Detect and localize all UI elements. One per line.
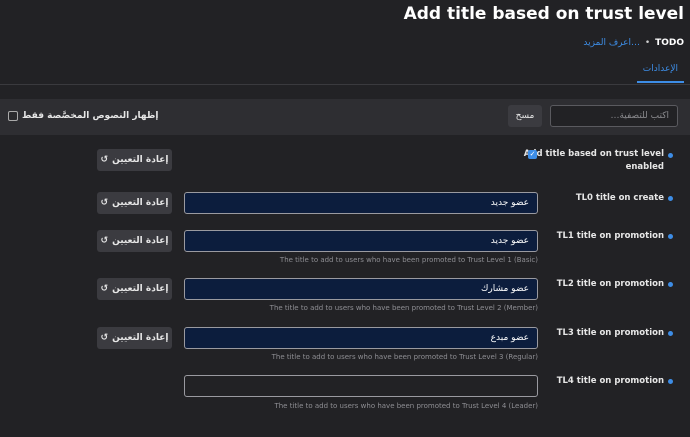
reset-label: إعادة التعيين [112,155,169,165]
custom-only-label: إظهار النصوص المخصَّصة فقط [22,111,159,121]
check-icon: ✓ [529,150,536,158]
reset-button[interactable]: ↺ إعادة التعيين [97,230,172,252]
page-title: Add title based on trust level [403,4,684,24]
reset-button[interactable]: ↺ إعادة التعيين [97,149,172,171]
setting-description: The title to add to users who have been … [274,402,538,410]
undo-icon: ↺ [100,333,109,343]
tl0-title-input[interactable]: عضو جديد [184,192,538,214]
separator-dot: • [644,38,651,48]
undo-icon: ↺ [100,236,109,246]
clear-filter-button[interactable]: مسح [508,105,542,127]
reset-button[interactable]: ↺ إعادة التعيين [97,327,172,349]
setting-description: The title to add to users who have been … [269,304,538,312]
setting-bullet [668,234,673,239]
setting-bullet [668,379,673,384]
setting-bullet [668,282,673,287]
setting-bullet [668,196,673,201]
tl2-title-input[interactable]: عضو مشارك [184,278,538,300]
undo-icon: ↺ [100,155,109,165]
tl4-title-input[interactable] [184,375,538,397]
setting-description: The title to add to users who have been … [271,353,538,361]
page-subheader: اعرف المزيد… • TODO [583,38,684,48]
filter-input[interactable] [550,105,678,127]
setting-bullet [668,153,673,158]
todo-label: TODO [655,38,684,48]
tab-bar: الإعدادات [0,58,690,85]
custom-only-toggle[interactable]: إظهار النصوص المخصَّصة فقط [8,111,158,121]
reset-button[interactable]: ↺ إعادة التعيين [97,192,172,214]
reset-label: إعادة التعيين [112,333,169,343]
reset-label: إعادة التعيين [112,284,169,294]
undo-icon: ↺ [100,284,109,294]
reset-label: إعادة التعيين [112,198,169,208]
enabled-checkbox[interactable]: ✓ [528,150,537,159]
setting-bullet [668,331,673,336]
custom-only-checkbox[interactable] [8,111,18,121]
tl3-title-input[interactable]: عضو مبدع [184,327,538,349]
tl1-title-input[interactable]: عضو جديد [184,230,538,252]
reset-label: إعادة التعيين [112,236,169,246]
learn-more-link[interactable]: اعرف المزيد… [583,38,640,48]
tab-settings[interactable]: الإعدادات [636,64,684,83]
filter-bar: مسح إظهار النصوص المخصَّصة فقط [0,99,690,135]
setting-description: The title to add to users who have been … [279,256,538,264]
reset-button[interactable]: ↺ إعادة التعيين [97,278,172,300]
undo-icon: ↺ [100,198,109,208]
